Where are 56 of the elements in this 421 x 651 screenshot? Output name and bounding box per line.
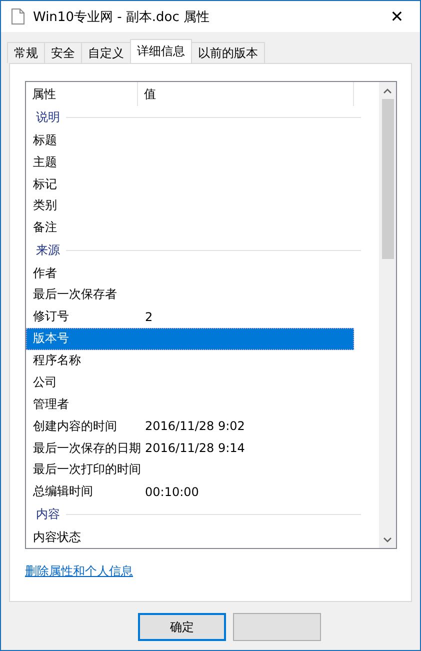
property-row[interactable]: 最后一次保存者 [26,284,354,306]
property-name: 标记 [32,176,58,193]
dialog-button[interactable] [233,613,321,641]
property-row[interactable]: 公司 [26,372,354,394]
tab[interactable]: 详细信息 [130,39,192,63]
property-row[interactable]: 作者 [26,262,354,284]
column-header[interactable]: 值 [138,82,354,106]
property-row[interactable]: 最后一次打印的时间 [26,459,354,481]
group-header: 内容 [36,506,60,523]
ok-button[interactable]: 确定 [138,613,226,641]
property-name: 最后一次保存者 [32,286,118,304]
property-name: 管理者 [32,396,70,413]
property-row[interactable]: 管理者 [26,393,354,416]
property-value: 2016/11/28 9:14 [144,441,245,456]
property-name: 最后一次打印的时间 [32,461,139,478]
property-row[interactable]: 总编辑时间 00:10:00 [26,480,354,503]
scroll-down-icon[interactable] [383,536,392,542]
property-row[interactable]: 标题 [26,129,354,152]
property-value: 2 [144,310,153,324]
property-name: 作者 [32,264,58,282]
scroll-up-icon[interactable] [383,88,392,94]
property-row[interactable]: 版本号 [26,328,354,350]
property-name: 标题 [32,132,58,149]
property-row[interactable]: 备注 [26,216,354,239]
property-row[interactable]: 修订号 2 [26,306,354,328]
tab[interactable]: 常规 [7,42,45,63]
property-row[interactable]: 最后一次保存的日期 2016/11/28 9:14 [26,437,354,460]
close-button[interactable]: ✕ [374,1,420,32]
remove-properties-link[interactable]: 删除属性和个人信息 [25,563,133,580]
property-name: 内容状态 [32,528,82,546]
property-value: 2016/11/28 9:02 [144,419,245,434]
property-name: 主题 [32,154,58,171]
property-name: 总编辑时间 [32,483,94,500]
group-header: 来源 [36,242,60,259]
scrollbar[interactable] [379,82,396,548]
property-row[interactable]: 标记 [26,173,354,196]
window-title: Win10专业网 - 副本.doc 属性 [33,8,211,26]
column-header[interactable]: 属性 [26,82,138,106]
property-name: 修订号 [32,308,70,326]
property-name: 最后一次保存的日期 [32,440,139,457]
group-header: 说明 [36,109,60,126]
document-icon [11,8,25,25]
property-row[interactable]: 主题 [26,151,354,174]
property-row[interactable]: 创建内容的时间 2016/11/28 9:02 [26,415,354,438]
property-name: 备注 [32,219,58,236]
property-name: 版本号 [32,330,70,348]
scrollbar-thumb[interactable] [382,99,394,259]
property-row[interactable]: 程序名称 [26,350,354,372]
property-name: 程序名称 [32,352,82,370]
tab[interactable]: 以前的版本 [191,42,265,63]
property-name: 类别 [32,197,58,214]
property-name: 公司 [32,374,58,391]
property-row[interactable]: 类别 [26,195,354,217]
property-name: 创建内容的时间 [32,418,118,435]
property-row[interactable]: 内容状态 [26,526,354,548]
property-value: 00:10:00 [144,484,199,499]
